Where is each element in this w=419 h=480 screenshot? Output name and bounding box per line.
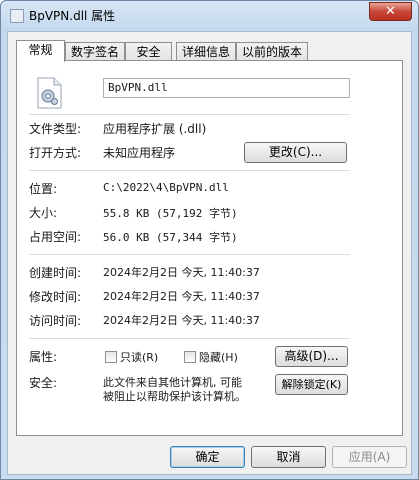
- divider: [29, 338, 350, 339]
- divider: [29, 254, 350, 255]
- change-button[interactable]: 更改(C)...: [244, 142, 347, 163]
- size-label: 大小:: [29, 206, 58, 220]
- location-label: 位置:: [29, 182, 58, 196]
- security-text-line2: 被阻止以帮助保护该计算机。: [103, 390, 246, 403]
- dialog-body: 常规 数字签名 安全 详细信息 以前的版本 BpVPN.dll 文件类型: 应用…: [7, 31, 412, 475]
- readonly-checkbox[interactable]: [105, 351, 117, 363]
- readonly-label[interactable]: 只读(R): [120, 349, 158, 365]
- file-icon: [10, 9, 24, 23]
- location-value: C:\2022\4\BpVPN.dll: [103, 181, 229, 194]
- security-label: 安全:: [29, 376, 58, 390]
- created-value: 2024年2月2日 今天, 11:40:37: [103, 266, 260, 279]
- modified-value: 2024年2月2日 今天, 11:40:37: [103, 290, 260, 303]
- tab-details[interactable]: 详细信息: [176, 42, 236, 61]
- accessed-value: 2024年2月2日 今天, 11:40:37: [103, 314, 260, 327]
- disk-size-value: 56.0 KB (57,344 字节): [103, 231, 238, 244]
- open-with-label: 打开方式:: [29, 146, 82, 160]
- properties-window: BpVPN.dll 属性 ✕ 常规 数字签名 安全 详细信息 以前的版本 BpV…: [0, 0, 419, 480]
- created-label: 创建时间:: [29, 266, 82, 280]
- tab-general[interactable]: 常规: [16, 40, 65, 62]
- tab-digital-signatures[interactable]: 数字签名: [65, 42, 125, 61]
- attributes-label: 属性:: [29, 350, 58, 364]
- divider: [29, 114, 350, 115]
- file-type-value: 应用程序扩展 (.dll): [103, 122, 207, 136]
- size-value: 55.8 KB (57,192 字节): [103, 207, 238, 220]
- cancel-button[interactable]: 取消: [251, 446, 326, 468]
- disk-size-label: 占用空间:: [29, 230, 82, 244]
- hidden-checkbox[interactable]: [184, 351, 196, 363]
- title-bar[interactable]: BpVPN.dll 属性 ✕: [1, 1, 418, 31]
- ok-button[interactable]: 确定: [170, 446, 245, 468]
- modified-label: 修改时间:: [29, 290, 82, 304]
- dll-file-icon: [37, 77, 62, 109]
- apply-button[interactable]: 应用(A): [332, 446, 407, 468]
- tab-previous-versions[interactable]: 以前的版本: [236, 42, 308, 61]
- window-title: BpVPN.dll 属性: [29, 9, 116, 23]
- divider: [29, 170, 350, 171]
- unblock-button[interactable]: 解除锁定(K): [275, 374, 348, 395]
- filename-field[interactable]: BpVPN.dll: [103, 78, 350, 98]
- open-with-value: 未知应用程序: [103, 146, 176, 160]
- accessed-label: 访问时间:: [29, 314, 82, 328]
- general-panel: BpVPN.dll 文件类型: 应用程序扩展 (.dll) 打开方式: 未知应用…: [16, 60, 403, 436]
- hidden-label[interactable]: 隐藏(H): [199, 349, 238, 365]
- advanced-button[interactable]: 高级(D)...: [275, 346, 348, 367]
- close-button[interactable]: ✕: [369, 2, 412, 21]
- tab-security[interactable]: 安全: [125, 42, 172, 61]
- file-type-label: 文件类型:: [29, 122, 82, 136]
